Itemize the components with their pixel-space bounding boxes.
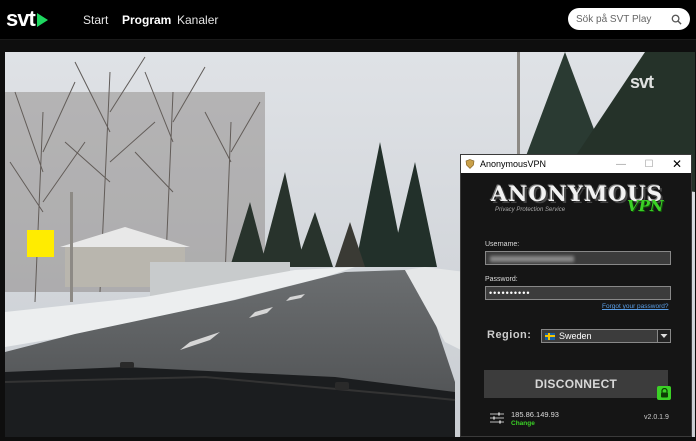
password-label: Password: [485, 276, 518, 283]
region-value: Sweden [559, 331, 592, 341]
minimize-button[interactable]: — [607, 155, 635, 173]
sliders-icon[interactable] [490, 412, 504, 424]
search-input[interactable]: Sök på SVT Play [568, 8, 690, 30]
vpn-window: AnonymousVPN — ☐ ✕ ANONYMOUS Privacy Pro… [460, 154, 692, 437]
vpn-logo: ANONYMOUS Privacy Protection Service VPN [491, 181, 664, 215]
chevron-down-icon[interactable] [657, 330, 670, 342]
username-field[interactable] [485, 251, 671, 265]
region-select[interactable]: Sweden [541, 329, 671, 343]
svt-watermark: svt [630, 72, 654, 92]
username-value-blurred [490, 256, 574, 262]
vpn-window-title: AnonymousVPN [480, 159, 547, 169]
sweden-flag-icon [545, 332, 555, 340]
svt-logo-text: svt [6, 6, 36, 31]
version-label: v2.0.1.9 [644, 414, 669, 421]
region-label: Region: [487, 329, 532, 341]
password-field[interactable]: •••••••••• [485, 286, 671, 300]
disconnect-button[interactable]: DISCONNECT [484, 370, 668, 398]
nav-start[interactable]: Start [83, 13, 108, 27]
ip-address: 185.86.149.93 [511, 410, 559, 419]
vpn-logo-vpn: VPN [627, 197, 664, 215]
nav-kanaler[interactable]: Kanaler [177, 13, 218, 27]
maximize-button[interactable]: ☐ [635, 155, 663, 173]
forgot-password-link[interactable]: Forgot your password? [602, 303, 668, 310]
play-icon [36, 13, 48, 27]
change-ip-link[interactable]: Change [511, 420, 535, 427]
svt-header: svt Start Program Kanaler Sök på SVT Pla… [0, 0, 696, 40]
search-icon [671, 14, 682, 25]
nav-program[interactable]: Program [122, 13, 171, 27]
username-label: Username: [485, 241, 520, 248]
lock-icon [657, 386, 671, 400]
vpn-logo-sub: Privacy Protection Service [495, 207, 566, 213]
shield-icon [465, 159, 475, 169]
vpn-titlebar[interactable]: AnonymousVPN — ☐ ✕ [461, 155, 691, 173]
close-button[interactable]: ✕ [663, 155, 691, 173]
search-placeholder: Sök på SVT Play [576, 13, 652, 25]
yellow-marker [27, 230, 54, 257]
svt-logo[interactable]: svt [6, 6, 48, 32]
